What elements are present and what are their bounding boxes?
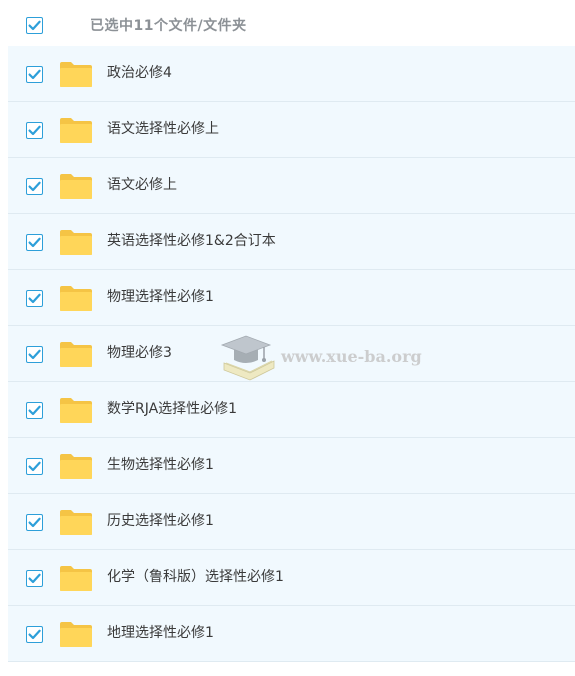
file-name[interactable]: 数学RJA选择性必修1 bbox=[107, 399, 237, 419]
file-row[interactable]: 政治必修4 bbox=[8, 46, 575, 102]
folder-icon bbox=[60, 174, 92, 199]
file-row[interactable]: 数学RJA选择性必修1 bbox=[8, 382, 575, 438]
folder-icon bbox=[60, 286, 92, 311]
file-name[interactable]: 语文必修上 bbox=[107, 175, 177, 195]
file-row-checkbox[interactable] bbox=[26, 122, 43, 139]
file-row-checkbox[interactable] bbox=[26, 234, 43, 251]
file-row-checkbox[interactable] bbox=[26, 514, 43, 531]
folder-icon bbox=[60, 230, 92, 255]
file-row-checkbox[interactable] bbox=[26, 290, 43, 307]
watermark-text: www.xue-ba.org bbox=[281, 347, 422, 366]
file-name[interactable]: 英语选择性必修1&2合订本 bbox=[107, 231, 276, 251]
file-name[interactable]: 历史选择性必修1 bbox=[107, 511, 214, 531]
file-row[interactable]: 英语选择性必修1&2合订本 bbox=[8, 214, 575, 270]
folder-icon bbox=[60, 566, 92, 591]
selection-header: 已选中11个文件/文件夹 bbox=[8, 0, 575, 50]
file-row-checkbox[interactable] bbox=[26, 458, 43, 475]
file-name[interactable]: 政治必修4 bbox=[107, 63, 172, 83]
file-name[interactable]: 化学（鲁科版）选择性必修1 bbox=[107, 567, 284, 587]
folder-icon bbox=[60, 398, 92, 423]
file-row[interactable]: 生物选择性必修1 bbox=[8, 438, 575, 494]
file-row[interactable]: 化学（鲁科版）选择性必修1 bbox=[8, 550, 575, 606]
folder-icon bbox=[60, 510, 92, 535]
file-row-checkbox[interactable] bbox=[26, 626, 43, 643]
selected-count-label: 已选中11个文件/文件夹 bbox=[90, 18, 247, 34]
file-row[interactable]: 语文必修上 bbox=[8, 158, 575, 214]
file-row-checkbox[interactable] bbox=[26, 402, 43, 419]
file-row[interactable]: 物理选择性必修1 bbox=[8, 270, 575, 326]
folder-icon bbox=[60, 622, 92, 647]
folder-icon bbox=[60, 454, 92, 479]
folder-icon bbox=[60, 342, 92, 367]
file-row-checkbox[interactable] bbox=[26, 346, 43, 363]
file-row-checkbox[interactable] bbox=[26, 178, 43, 195]
file-row-checkbox[interactable] bbox=[26, 570, 43, 587]
file-name[interactable]: 生物选择性必修1 bbox=[107, 455, 214, 475]
file-row[interactable]: 历史选择性必修1 bbox=[8, 494, 575, 550]
file-selection-panel: 已选中11个文件/文件夹 政治必修4 语文选择性必修上 语文必修上英语选择性必修1&… bbox=[0, 0, 575, 676]
folder-icon bbox=[60, 118, 92, 143]
file-name[interactable]: 语文选择性必修上 bbox=[107, 119, 219, 139]
file-name[interactable]: 物理必修3 bbox=[107, 343, 172, 363]
graduation-cap-book-icon bbox=[220, 335, 275, 381]
file-row-checkbox[interactable] bbox=[26, 66, 43, 83]
file-row[interactable]: 地理选择性必修1 bbox=[8, 606, 575, 662]
folder-icon bbox=[60, 62, 92, 87]
file-name[interactable]: 物理选择性必修1 bbox=[107, 287, 214, 307]
watermark: www.xue-ba.org bbox=[220, 333, 422, 383]
select-all-checkbox[interactable] bbox=[26, 17, 43, 34]
file-name[interactable]: 地理选择性必修1 bbox=[107, 623, 214, 643]
file-row[interactable]: 语文选择性必修上 bbox=[8, 102, 575, 158]
